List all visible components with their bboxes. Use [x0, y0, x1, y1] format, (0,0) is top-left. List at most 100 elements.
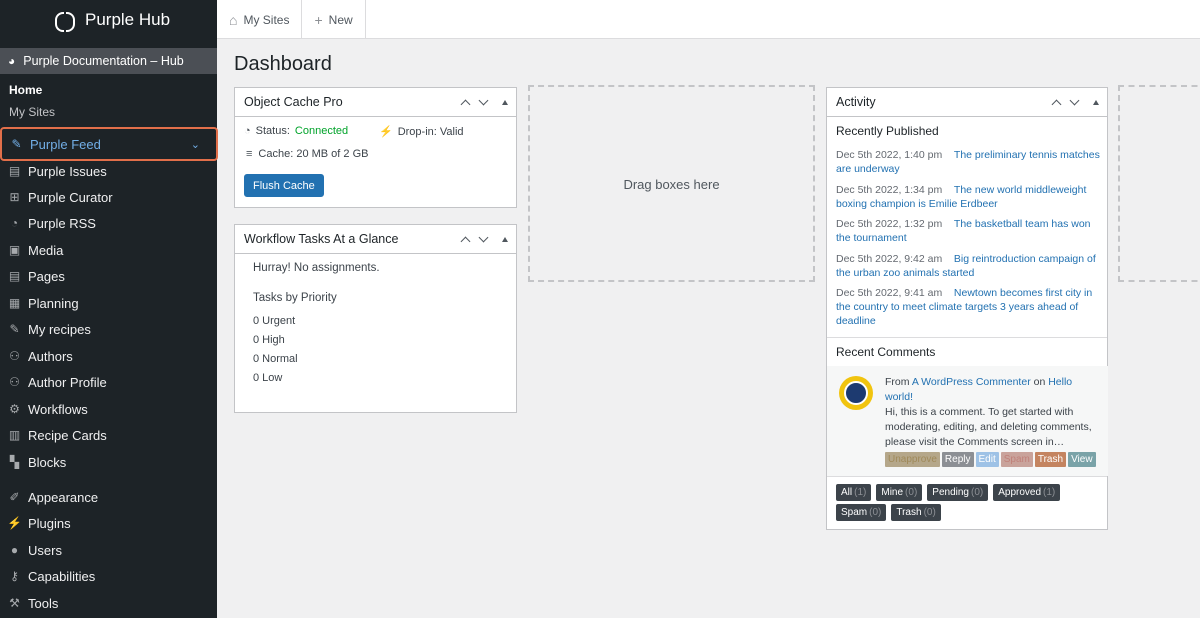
- unapprove-button[interactable]: Unapprove: [885, 452, 940, 467]
- groups-icon: ⚇: [9, 349, 20, 363]
- collapse-toggle-icon[interactable]: [502, 100, 508, 105]
- sidebar-item-workflows[interactable]: ⚙ Workflows: [0, 396, 217, 422]
- sidebar-item-my-recipes[interactable]: ✎ My recipes: [0, 316, 217, 342]
- filter-mine[interactable]: Mine (0): [876, 484, 923, 501]
- sidebar-item-label: Purple Issues: [28, 163, 107, 179]
- priority-urgent: 0 Urgent: [253, 315, 296, 327]
- grid-icon: ⊞: [9, 190, 20, 204]
- divider: [827, 476, 1107, 477]
- trash-button[interactable]: Trash: [1034, 452, 1067, 467]
- sidebar-item-label: Purple Feed: [30, 136, 101, 152]
- user-icon: ●: [10, 543, 19, 557]
- sidebar-item-pages[interactable]: ▤ Pages: [0, 263, 217, 289]
- dropin-label: Drop-in: Valid: [397, 125, 464, 138]
- sidebar-item-appearance[interactable]: ✐ Appearance: [0, 484, 217, 510]
- sidebar-item-author-profile[interactable]: ⚇ Author Profile: [0, 369, 217, 395]
- move-up-icon[interactable]: [1051, 97, 1063, 109]
- my-sites-button[interactable]: ⌂ My Sites: [217, 0, 303, 39]
- sidebar-subitem-home[interactable]: Home: [9, 83, 42, 97]
- list-item: Dec 5th 2022, 9:41 am Newtown becomes fi…: [836, 287, 1093, 327]
- comment-filters-row-1: All (1) Mine (0) Pending (0) Approved (1): [836, 484, 1061, 501]
- sidebar-item-purple-issues[interactable]: ▤ Purple Issues: [0, 158, 217, 184]
- reply-button[interactable]: Reply: [941, 452, 974, 467]
- drop-zone-extra: [1118, 85, 1200, 282]
- new-button[interactable]: + New: [302, 0, 366, 39]
- sidebar-item-label: Pages: [28, 268, 65, 284]
- sidebar-item-label: Purple Curator: [28, 189, 113, 205]
- comment-actions: Unapprove Reply Edit Spam Trash View: [885, 452, 1096, 467]
- move-down-icon[interactable]: [478, 97, 490, 109]
- sidebar-item-label: Author Profile: [28, 374, 107, 390]
- sidebar-item-label: Authors: [28, 348, 73, 364]
- widget-header: Object Cache Pro: [235, 88, 516, 117]
- filter-pending[interactable]: Pending (0): [927, 484, 989, 501]
- cache-usage: ≡ Cache: 20 MB of 2 GB: [246, 148, 368, 160]
- groups-icon: ⚇: [9, 375, 20, 389]
- view-button[interactable]: View: [1068, 452, 1096, 467]
- widget-title: Activity: [836, 95, 876, 109]
- recent-comments-heading: Recent Comments: [836, 345, 936, 359]
- calendar-icon: ▦: [8, 296, 21, 310]
- plug-icon: ⚡: [379, 126, 393, 138]
- filter-spam[interactable]: Spam (0): [836, 504, 887, 521]
- comment-body: Hi, this is a comment. To get started wi…: [885, 406, 1092, 448]
- move-up-icon[interactable]: [460, 234, 472, 246]
- spam-button[interactable]: Spam: [1000, 452, 1033, 467]
- sidebar-item-purple-feed[interactable]: ✎ Purple Feed ⌄: [0, 127, 218, 161]
- gauge-icon: ◔: [244, 125, 251, 137]
- sidebar-item-purple-rss[interactable]: ◔ Purple RSS: [0, 210, 217, 236]
- sidebar-item-authors[interactable]: ⚇ Authors: [0, 343, 217, 369]
- sidebar-item-plugins[interactable]: ⚡ Plugins: [0, 510, 217, 536]
- database-icon: ≡: [246, 148, 253, 160]
- move-down-icon[interactable]: [1069, 97, 1081, 109]
- priority-normal: 0 Normal: [253, 353, 298, 365]
- sidebar-item-media[interactable]: ▣ Media: [0, 237, 217, 263]
- filter-approved[interactable]: Approved (1): [993, 484, 1061, 501]
- recently-published-heading: Recently Published: [836, 124, 939, 138]
- sidebar-item-tools[interactable]: ⚒ Tools: [0, 590, 217, 616]
- filter-all[interactable]: All (1): [836, 484, 872, 501]
- collapse-toggle-icon[interactable]: [502, 237, 508, 242]
- comment-filters-row-2: Spam (0) Trash (0): [836, 504, 941, 521]
- comment-author-link[interactable]: A WordPress Commenter: [912, 376, 1031, 388]
- sidebar-subitem-my-sites[interactable]: My Sites: [9, 105, 55, 119]
- plugin-icon: ⚡: [7, 516, 22, 530]
- dropin-status: ⚡ Drop-in: Valid: [379, 125, 464, 139]
- move-up-icon[interactable]: [460, 97, 472, 109]
- edit-button[interactable]: Edit: [975, 452, 999, 467]
- priority-heading: Tasks by Priority: [253, 292, 337, 304]
- filter-trash[interactable]: Trash (0): [891, 504, 941, 521]
- sidebar-item-capabilities[interactable]: ⚷ Capabilities: [0, 563, 217, 589]
- sidebar-item-label: Blocks: [28, 454, 67, 470]
- chevron-down-icon: ⌄: [190, 138, 200, 151]
- sidebar-item-label: Tools: [28, 595, 59, 611]
- pin-icon: ✎: [11, 137, 22, 151]
- sites-icon: ⌂: [229, 11, 238, 28]
- sidebar-item-users[interactable]: ● Users: [0, 537, 217, 563]
- sidebar-item-planning[interactable]: ▦ Planning: [0, 290, 217, 316]
- collapse-toggle-icon[interactable]: [1093, 100, 1099, 105]
- sidebar-item-label: Users: [28, 542, 62, 558]
- blocks-icon: ▚: [9, 455, 20, 469]
- cache-label: Cache: 20 MB of 2 GB: [258, 148, 369, 160]
- rss-icon: ◔: [10, 216, 19, 230]
- list-item: Dec 5th 2022, 1:34 pm The new world midd…: [836, 183, 1087, 210]
- sidebar-item-recipe-cards[interactable]: ▥ Recipe Cards: [0, 422, 217, 448]
- move-down-icon[interactable]: [478, 234, 490, 246]
- book-icon: ▥: [8, 428, 21, 442]
- priority-low: 0 Low: [253, 372, 283, 384]
- sidebar-item-blocks[interactable]: ▚ Blocks: [0, 449, 217, 475]
- sidebar-item-label: Workflows: [28, 401, 88, 417]
- sidebar-item-purple-curator[interactable]: ⊞ Purple Curator: [0, 184, 217, 210]
- widget-header: Workflow Tasks At a Glance: [235, 225, 516, 254]
- list-item: Dec 5th 2022, 1:32 pm The basketball tea…: [836, 218, 1091, 244]
- sidebar-item-label: Capabilities: [28, 568, 96, 584]
- workflow-widget: Workflow Tasks At a Glance Hurray! No as…: [234, 224, 517, 413]
- flush-cache-button[interactable]: Flush Cache: [244, 174, 324, 197]
- new-label: New: [328, 12, 353, 27]
- sidebar-item-site[interactable]: ◕ Purple Documentation – Hub: [0, 48, 217, 74]
- list-item: Dec 5th 2022, 9:42 am Big reintroduction…: [836, 252, 1096, 279]
- brand[interactable]: Purple Hub: [0, 0, 217, 40]
- sidebar-item-label: Purple RSS: [28, 215, 96, 231]
- avatar: [839, 376, 873, 410]
